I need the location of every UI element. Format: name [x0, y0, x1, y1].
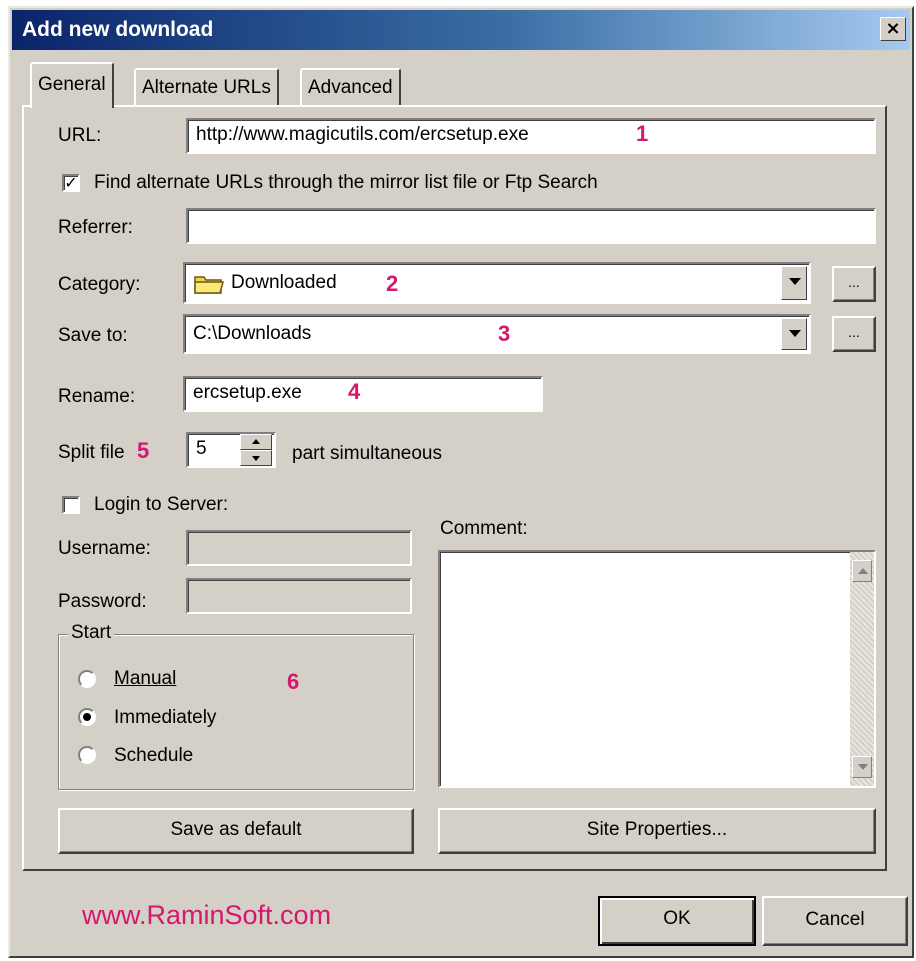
tab-alternate-urls[interactable]: Alternate URLs — [134, 68, 279, 106]
dialog-title: Add new download — [22, 18, 214, 41]
cancel-button[interactable]: Cancel — [762, 896, 908, 946]
close-button[interactable]: × — [880, 17, 906, 41]
tab-general[interactable]: General — [30, 62, 114, 108]
raminsoft-watermark: www.RaminSoft.com — [82, 900, 332, 930]
general-tab-panel — [22, 105, 887, 871]
title-bar[interactable]: Add new download × — [12, 10, 910, 50]
ok-button[interactable]: OK — [598, 896, 756, 946]
tab-advanced[interactable]: Advanced — [300, 68, 401, 106]
